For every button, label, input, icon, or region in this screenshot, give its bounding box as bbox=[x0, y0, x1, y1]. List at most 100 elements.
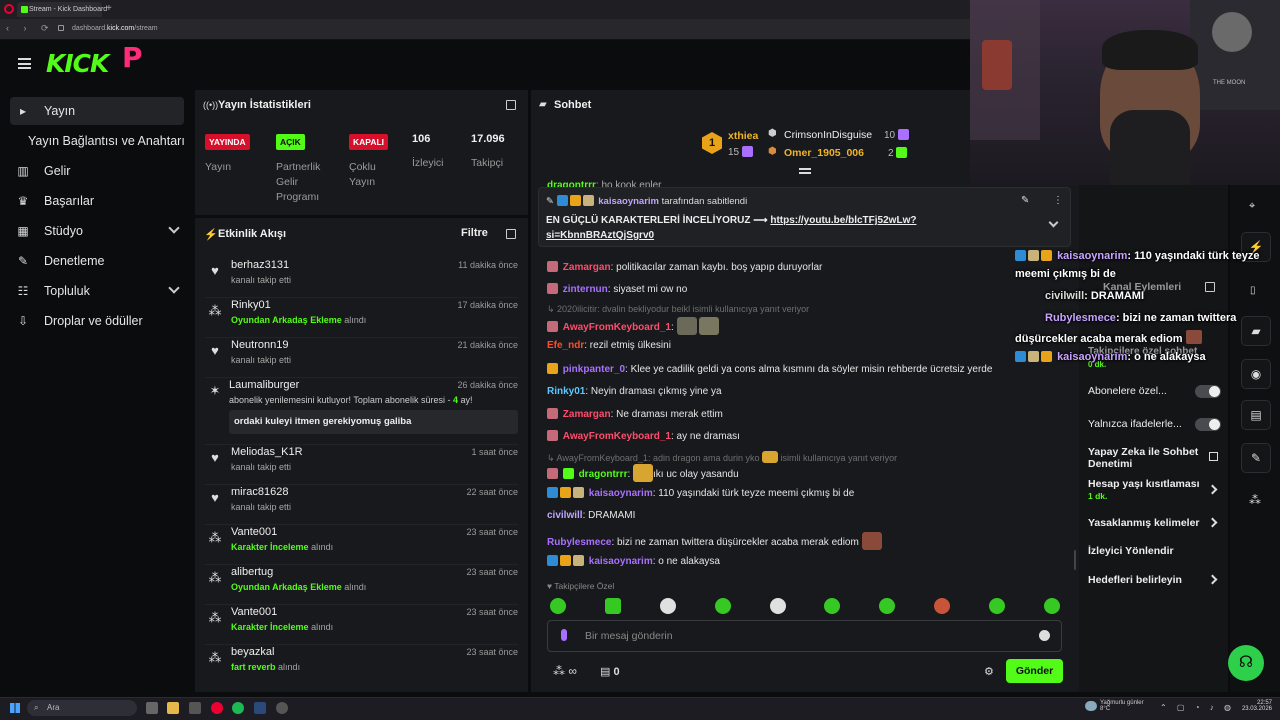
menu-icon[interactable] bbox=[18, 58, 31, 69]
activity-user[interactable]: Rinky01 bbox=[231, 299, 271, 311]
popout-icon[interactable] bbox=[1205, 282, 1215, 292]
chat-user[interactable]: kaisaoynarim bbox=[589, 556, 653, 567]
chat-scrollbar[interactable] bbox=[1074, 550, 1076, 570]
leader-third[interactable]: Omer_1905_006 bbox=[784, 147, 864, 159]
chat-user[interactable]: kaisaoynarim bbox=[589, 488, 653, 499]
taskview-icon[interactable] bbox=[146, 702, 158, 714]
pinned-link[interactable]: https://youtu.be/blcTFj52wLw? bbox=[770, 215, 916, 226]
leader-first[interactable]: xthiea bbox=[728, 130, 758, 142]
reply-user[interactable]: 2020ilicitir bbox=[557, 304, 597, 314]
goals-setting[interactable]: Hedefleri belirleyin bbox=[1088, 574, 1182, 586]
sidebar-item-stream-key[interactable]: Yayın Bağlantısı ve Anahtarı bbox=[24, 127, 198, 155]
multistream-badge[interactable]: KAPALI bbox=[349, 134, 389, 150]
taskbar-search[interactable]: Ara bbox=[27, 700, 137, 716]
more-options-icon[interactable]: ⋮ bbox=[1053, 195, 1063, 206]
kick-logo[interactable]: KICK bbox=[46, 49, 109, 78]
emoji-icon[interactable] bbox=[1039, 630, 1050, 641]
emotes-only-setting[interactable]: Yalnızca ifadelerle... bbox=[1088, 418, 1182, 430]
partner-badge[interactable]: AÇIK bbox=[276, 134, 305, 150]
popout-icon[interactable] bbox=[506, 100, 516, 110]
chat-user[interactable]: AwayFromKeyboard_1 bbox=[563, 431, 671, 442]
emote-icon[interactable] bbox=[824, 598, 840, 614]
chat-user[interactable]: Zamargan bbox=[563, 409, 611, 420]
emotes-only-toggle[interactable] bbox=[1195, 418, 1221, 431]
browser-tab[interactable]: Stream - Kick Dashboard bbox=[17, 2, 107, 17]
weather-text[interactable]: Yağmurlu günler 8°C bbox=[1100, 700, 1144, 712]
chat-user[interactable]: zinternun bbox=[563, 284, 608, 295]
collapse-icon[interactable] bbox=[799, 168, 811, 174]
url-field[interactable]: dashboard.kick.com/stream bbox=[72, 25, 158, 32]
chat-user[interactable]: civilwill bbox=[547, 510, 583, 521]
chat-user[interactable]: Rinky01 bbox=[547, 386, 585, 397]
popout-icon[interactable] bbox=[506, 229, 516, 239]
crosshair-icon[interactable]: ⌖ bbox=[1249, 200, 1255, 213]
chat-user[interactable]: AwayFromKeyboard_1 bbox=[563, 322, 671, 333]
sidebar-item-droplar[interactable]: ⇩ Droplar ve ödüller bbox=[10, 307, 184, 335]
banned-words-setting[interactable]: Yasaklanmış kelimeler bbox=[1088, 517, 1200, 529]
wrench-icon[interactable]: ✎ bbox=[1241, 443, 1271, 473]
chat-user[interactable]: dragontrrr bbox=[579, 469, 628, 480]
send-button[interactable]: Gönder bbox=[1006, 659, 1063, 683]
activity-user[interactable]: alibertug bbox=[231, 566, 273, 578]
ai-moderation-setting[interactable]: Yapay Zeka ile Sohbet Denetimi bbox=[1088, 446, 1198, 470]
emote-icon[interactable] bbox=[989, 598, 1005, 614]
emote-icon[interactable] bbox=[1044, 598, 1060, 614]
tray-icons[interactable]: ⌃ ▢ ◔ ♪ ◍ bbox=[1160, 703, 1235, 712]
activity-user[interactable]: Laumaliburger bbox=[229, 379, 299, 391]
leader-second[interactable]: CrimsonInDisguise bbox=[784, 129, 872, 141]
dashboard-icon[interactable]: ▤ bbox=[1241, 400, 1271, 430]
chat-bubble-icon[interactable]: ▰ bbox=[1241, 316, 1271, 346]
emote-icon[interactable] bbox=[770, 598, 786, 614]
pinned-link-2[interactable]: si=KbnnBRAztQjSgrv0 bbox=[546, 230, 654, 241]
external-link-icon[interactable] bbox=[1209, 452, 1218, 461]
obs-icon[interactable] bbox=[276, 702, 288, 714]
chat-user[interactable]: pinkpanter_0 bbox=[563, 364, 625, 375]
weather-icon[interactable] bbox=[1085, 701, 1097, 711]
opera-logo-icon[interactable] bbox=[4, 4, 14, 14]
filter-button[interactable]: Filtre bbox=[461, 227, 488, 239]
app-icon[interactable] bbox=[189, 702, 201, 714]
subs-only-setting[interactable]: Abonelere özel... bbox=[1088, 385, 1167, 397]
spotify-icon[interactable] bbox=[232, 702, 244, 714]
file-explorer-icon[interactable] bbox=[167, 702, 179, 714]
points-indicator[interactable]: ⁂ ∞ bbox=[553, 664, 577, 678]
sidebar-item-denetleme[interactable]: ✎ Denetleme bbox=[10, 247, 184, 275]
chat-user[interactable]: Efe_ndr bbox=[547, 340, 584, 351]
browser-nav-icons[interactable]: ‹ › ⟳ bbox=[6, 23, 55, 34]
steam-icon[interactable] bbox=[254, 702, 266, 714]
emote-icon[interactable] bbox=[715, 598, 731, 614]
activity-user[interactable]: beyazkal bbox=[231, 646, 274, 658]
taskbar-clock[interactable]: 22:57 23.03.2026 bbox=[1240, 700, 1272, 712]
broadcast-icon[interactable]: ◉ bbox=[1241, 359, 1271, 389]
emote-icon[interactable] bbox=[660, 598, 676, 614]
pinned-by-user[interactable]: kaisaoynarim bbox=[598, 196, 659, 207]
opera-taskbar-icon[interactable] bbox=[211, 702, 223, 714]
support-headset-icon[interactable]: ☊ bbox=[1228, 645, 1264, 681]
emote-icon[interactable] bbox=[879, 598, 895, 614]
activity-user[interactable]: Neutronn19 bbox=[231, 339, 289, 351]
microphone-icon[interactable] bbox=[561, 629, 567, 641]
reply-user[interactable]: AwayFromKeyboard_1 bbox=[557, 453, 648, 463]
activity-user[interactable]: Vante001 bbox=[231, 606, 277, 618]
subs-only-toggle[interactable] bbox=[1195, 385, 1221, 398]
activity-user[interactable]: Meliodas_K1R bbox=[231, 446, 303, 458]
sidebar-item-studyo[interactable]: ▦ Stüdyo bbox=[10, 217, 184, 245]
sidebar-item-basarilar[interactable]: ♛ Başarılar bbox=[10, 187, 184, 215]
new-tab-button[interactable]: + bbox=[106, 3, 112, 14]
sidebar-item-topluluk[interactable]: ☷ Topluluk bbox=[10, 277, 184, 305]
store-indicator[interactable]: ▤ 0 bbox=[600, 665, 620, 678]
chat-user[interactable]: Zamargan bbox=[563, 262, 611, 273]
emote-icon[interactable] bbox=[605, 598, 621, 614]
raid-setting[interactable]: İzleyici Yönlendir bbox=[1088, 545, 1174, 557]
sidebar-item-gelir[interactable]: ▥ Gelir bbox=[10, 157, 184, 185]
windows-start-icon[interactable] bbox=[10, 703, 20, 713]
settings-gear-icon[interactable]: ⚙ bbox=[984, 665, 994, 678]
emote-icon[interactable] bbox=[550, 598, 566, 614]
sidebar-item-yayin[interactable]: ▸ Yayın bbox=[10, 97, 184, 125]
activity-user[interactable]: Vante001 bbox=[231, 526, 277, 538]
chat-user[interactable]: Rubylesmece bbox=[547, 537, 611, 548]
document-icon[interactable]: ▯ bbox=[1250, 285, 1256, 296]
account-age-setting[interactable]: Hesap yaşı kısıtlaması bbox=[1088, 478, 1200, 490]
unpin-icon[interactable]: ✎ bbox=[1021, 195, 1029, 206]
community-icon[interactable]: ⁂ bbox=[1249, 493, 1261, 507]
